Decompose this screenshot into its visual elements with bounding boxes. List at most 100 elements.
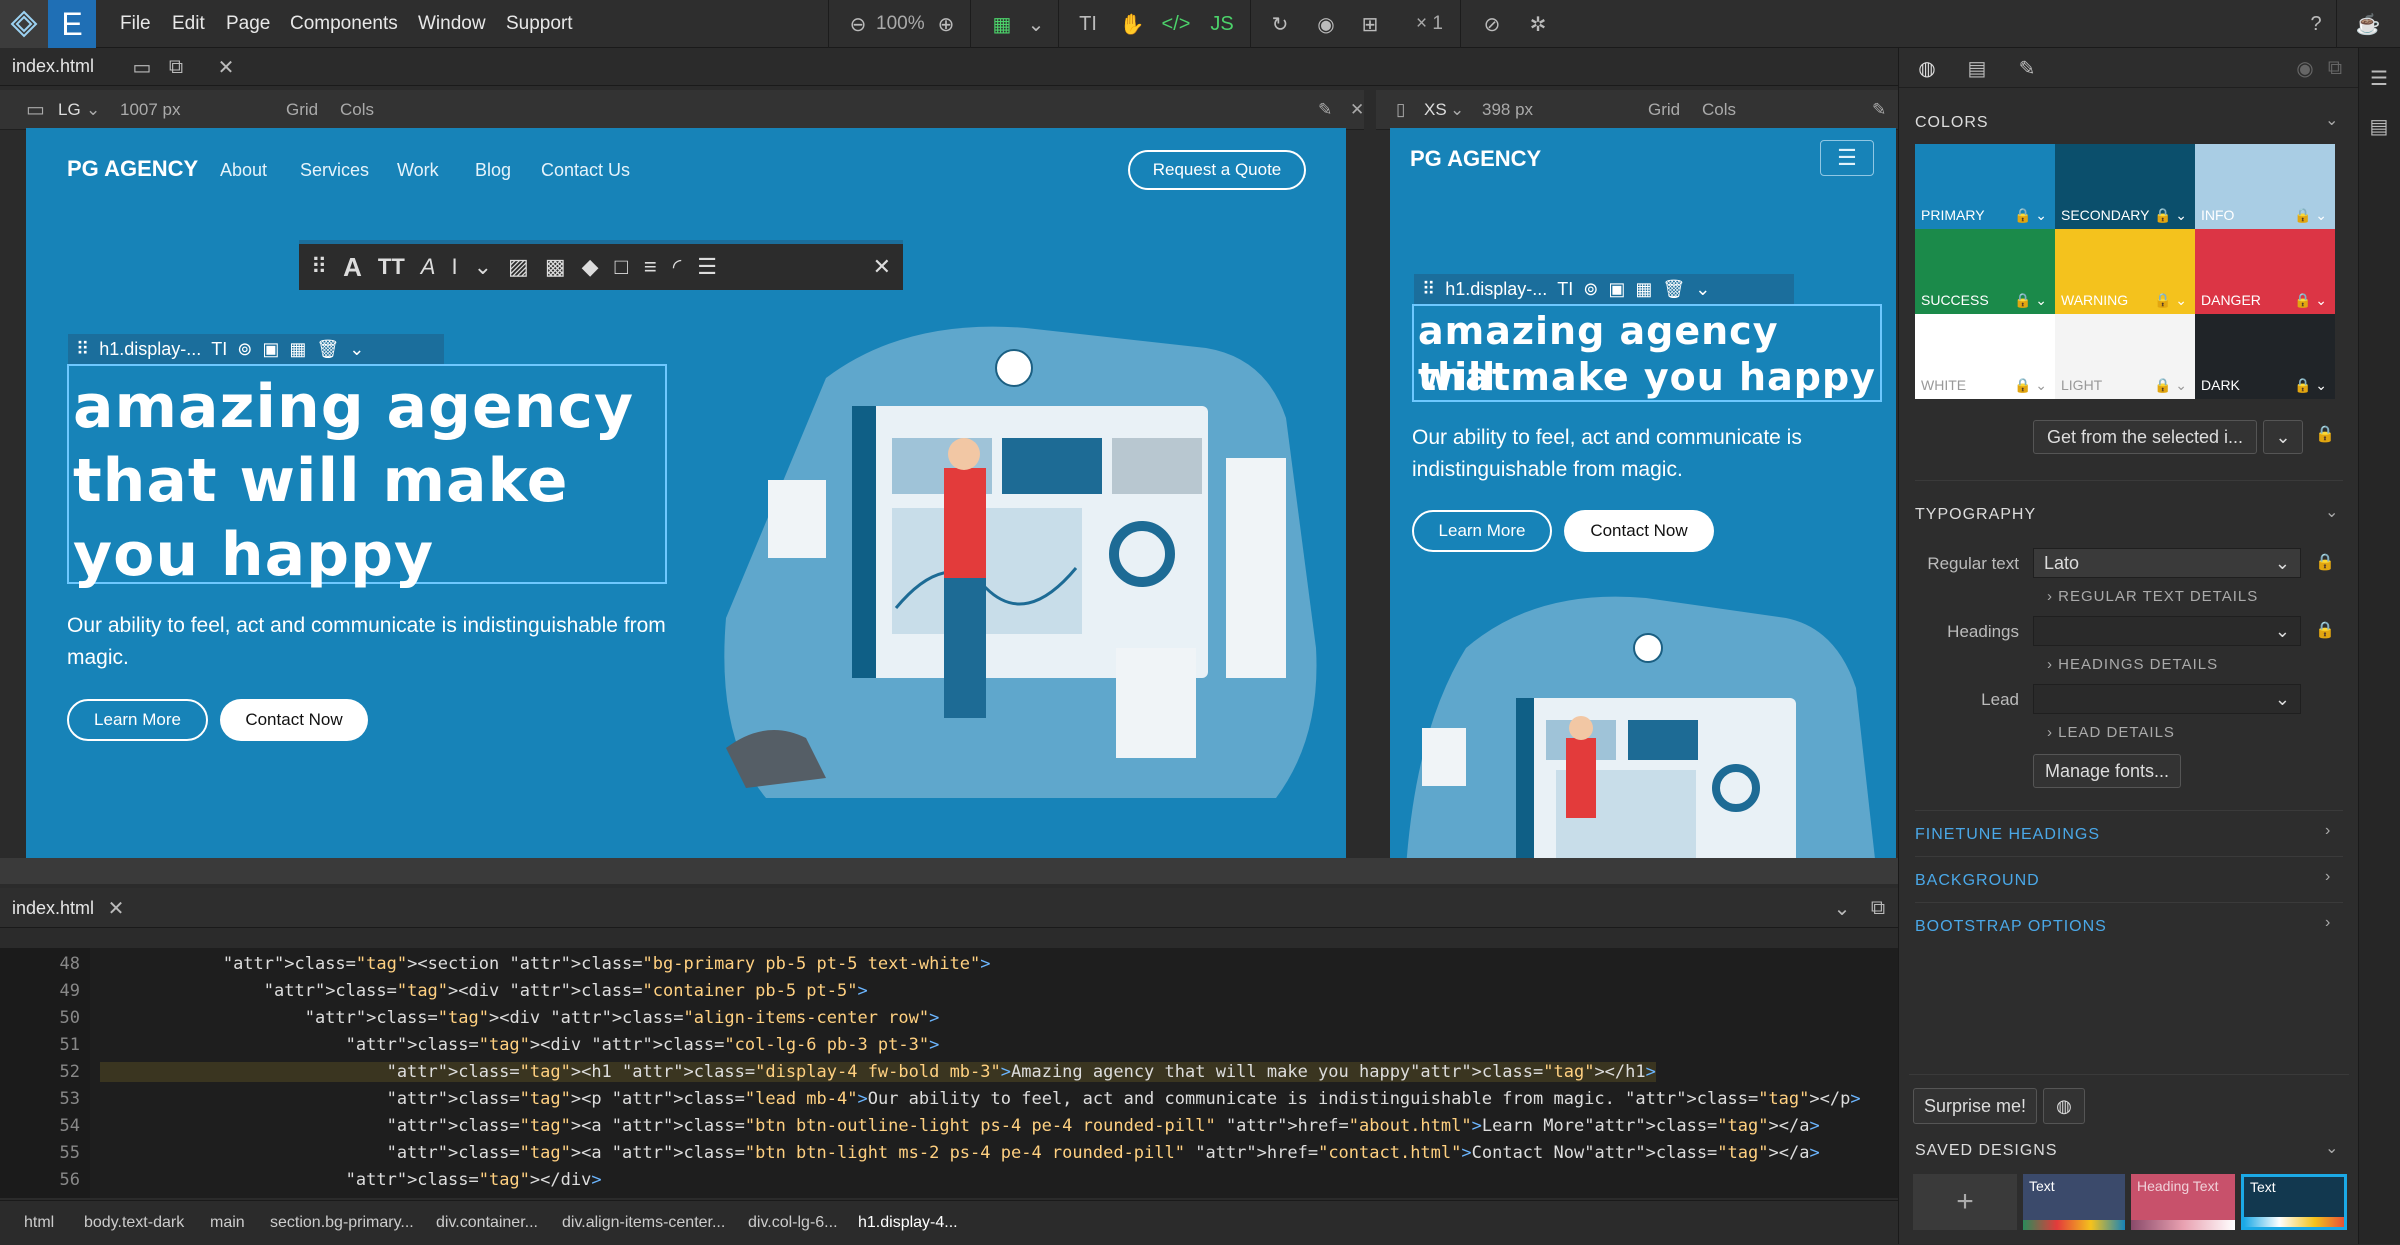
swatch-danger[interactable]: DANGER 🔒 ⌄ bbox=[2195, 229, 2335, 314]
layers-icon[interactable]: ▤ bbox=[1961, 52, 1993, 84]
text-edit-icon[interactable]: TI bbox=[211, 339, 227, 360]
request-quote-button[interactable]: Request a Quote bbox=[1128, 150, 1306, 190]
hamburger-menu-icon[interactable]: ☰ bbox=[1820, 140, 1874, 176]
nav-contact[interactable]: Contact Us bbox=[541, 160, 630, 181]
code-line[interactable]: "attr">class="tag"><h1 "attr">class="dis… bbox=[100, 1062, 1656, 1082]
brush-icon[interactable]: ✎ bbox=[2011, 52, 2043, 84]
code-editor[interactable]: 48 "attr">class="tag"><section "attr">cl… bbox=[0, 948, 1898, 1198]
hand-icon[interactable]: ✋ bbox=[1116, 8, 1148, 40]
chevron-right-icon[interactable]: › bbox=[2325, 868, 2330, 886]
coffee-icon[interactable]: ☕ bbox=[2352, 8, 2384, 40]
menu-window[interactable]: Window bbox=[418, 0, 486, 48]
menu-edit[interactable]: Edit bbox=[172, 0, 205, 48]
code-line[interactable]: "attr">class="tag"><div "attr">class="al… bbox=[100, 1008, 940, 1028]
lg-page-canvas[interactable]: PG AGENCY About Services Work Blog Conta… bbox=[26, 128, 1346, 858]
code-icon[interactable]: </> bbox=[1160, 8, 1192, 40]
popout-icon[interactable]: ⧉ bbox=[2319, 52, 2351, 84]
saved-design-3-selected[interactable]: Text bbox=[2241, 1174, 2347, 1230]
hide-icon[interactable]: ⊘ bbox=[1476, 8, 1508, 40]
menu-page[interactable]: Page bbox=[226, 0, 270, 48]
saved-design-1[interactable]: Text bbox=[2023, 1174, 2125, 1230]
palette-icon[interactable]: ◍ bbox=[1911, 52, 1943, 84]
crumb-main[interactable]: main bbox=[210, 1201, 245, 1245]
refresh-icon[interactable]: ↻ bbox=[1264, 8, 1296, 40]
nav-services[interactable]: Services bbox=[300, 160, 369, 181]
menu-file[interactable]: File bbox=[120, 0, 151, 48]
zoom-out-icon[interactable]: ⊖ bbox=[842, 8, 874, 40]
text-edit-icon[interactable]: TI bbox=[1557, 279, 1573, 300]
drag-handle-icon[interactable]: ⠿ bbox=[1422, 279, 1435, 300]
swatch-white[interactable]: WHITE 🔒 ⌄ bbox=[1915, 314, 2055, 399]
cols-toggle[interactable]: Cols bbox=[1702, 90, 1736, 130]
text-transform-icon[interactable]: TT bbox=[378, 254, 405, 280]
headings-details-toggle[interactable]: › HEADINGS DETAILS bbox=[2047, 656, 2218, 673]
hero-heading-xs[interactable]: Amazing agency that will make you happy bbox=[1412, 304, 1882, 402]
chevron-down-icon[interactable]: ⌄ bbox=[1826, 892, 1858, 924]
settings-wheel-icon[interactable]: ✲ bbox=[1522, 8, 1554, 40]
headings-font-select[interactable]: ⌄ bbox=[2033, 616, 2301, 646]
chevron-down-icon[interactable]: ⌄ bbox=[2325, 110, 2338, 130]
code-line[interactable]: "attr">class="tag"><section "attr">class… bbox=[100, 954, 991, 974]
bootstrap-options-section[interactable]: BOOTSTRAP OPTIONS bbox=[1915, 918, 2107, 936]
colors-heading[interactable]: COLORS bbox=[1915, 114, 1989, 132]
code-line[interactable]: "attr">class="tag"><div "attr">class="co… bbox=[100, 981, 868, 1001]
nav-about[interactable]: About bbox=[220, 160, 267, 181]
xs-page-canvas[interactable]: PG AGENCY ☰ ⠿ h1.display-... TI ⊚ ▣ ▦ 🗑 … bbox=[1390, 128, 1896, 858]
lead-details-toggle[interactable]: › LEAD DETAILS bbox=[2047, 724, 2175, 741]
grid-toggle[interactable]: Grid bbox=[1648, 90, 1680, 130]
crumb-row[interactable]: div.align-items-center... bbox=[562, 1201, 725, 1245]
swatch-info[interactable]: INFO 🔒 ⌄ bbox=[2195, 144, 2335, 229]
file-tab-index[interactable]: index.html bbox=[12, 48, 94, 86]
finetune-headings-section[interactable]: FINETUNE HEADINGS bbox=[1915, 826, 2100, 844]
close-icon[interactable]: ✕ bbox=[1350, 90, 1364, 130]
chevron-down-icon[interactable]: ⌄ bbox=[2325, 1138, 2338, 1158]
get-from-selected-button[interactable]: Get from the selected i... bbox=[2033, 420, 2257, 454]
sliders-icon[interactable]: ☰ bbox=[2363, 62, 2395, 94]
chevron-down-icon[interactable]: ⌄ bbox=[349, 339, 364, 360]
xs-size-label[interactable]: XS bbox=[1424, 90, 1447, 130]
saved-designs-heading[interactable]: SAVED DESIGNS bbox=[1915, 1142, 2058, 1160]
drag-handle-icon[interactable]: ⠿ bbox=[76, 339, 89, 360]
trash-icon[interactable]: 🗑 bbox=[1662, 279, 1685, 300]
border-icon[interactable]: □ bbox=[615, 254, 628, 280]
horizontal-scrollbar[interactable] bbox=[0, 858, 1898, 884]
selected-element-tag-xs[interactable]: h1.display-... bbox=[1445, 279, 1547, 300]
sliders-icon[interactable]: ☰ bbox=[697, 254, 717, 280]
chevron-down-icon[interactable]: ⌄ bbox=[2325, 502, 2338, 522]
duplicate-icon[interactable]: ▣ bbox=[1608, 279, 1625, 300]
chevron-right-icon[interactable]: › bbox=[2325, 914, 2330, 932]
lock-icon[interactable]: 🔒 bbox=[2315, 552, 2335, 572]
palette-icon[interactable]: ◍ bbox=[2043, 1088, 2085, 1124]
swatch-warning[interactable]: WARNING 🔒 ⌄ bbox=[2055, 229, 2195, 314]
code-line[interactable]: "attr">class="tag"></div> bbox=[100, 1170, 602, 1190]
lines-icon[interactable]: ≡ bbox=[644, 254, 657, 280]
code-file-tab[interactable]: index.html bbox=[12, 890, 94, 928]
zoom-in-icon[interactable]: ⊕ bbox=[930, 8, 962, 40]
nav-work[interactable]: Work bbox=[397, 160, 439, 181]
cols-toggle[interactable]: Cols bbox=[340, 90, 374, 130]
popout-icon[interactable]: ⧉ bbox=[1862, 892, 1894, 924]
menu-components[interactable]: Components bbox=[290, 0, 398, 48]
fill-icon[interactable]: ◆ bbox=[582, 254, 599, 280]
brush-icon[interactable]: ✎ bbox=[1318, 90, 1332, 130]
list-icon[interactable]: ▤ bbox=[2363, 110, 2395, 142]
chevron-down-icon[interactable]: ⌄ bbox=[1020, 8, 1052, 40]
eye-icon[interactable]: ◉ bbox=[2289, 52, 2321, 84]
close-icon[interactable]: ✕ bbox=[873, 254, 891, 280]
add-design-button[interactable]: + bbox=[1913, 1174, 2017, 1230]
preview-icon[interactable]: ◉ bbox=[1310, 8, 1342, 40]
chevron-down-icon[interactable]: ⌄ bbox=[1695, 279, 1710, 300]
code-line[interactable]: "attr">class="tag"><div "attr">class="co… bbox=[100, 1035, 940, 1055]
chevron-down-icon[interactable]: ⌄ bbox=[86, 90, 100, 130]
swatch-secondary[interactable]: SECONDARY 🔒 ⌄ bbox=[2055, 144, 2195, 229]
link-icon[interactable]: ⊚ bbox=[1583, 279, 1598, 300]
trash-icon[interactable]: 🗑 bbox=[316, 339, 339, 360]
close-icon[interactable]: ✕ bbox=[210, 51, 242, 83]
typography-heading[interactable]: TYPOGRAPHY bbox=[1915, 506, 2036, 524]
grid-toggle[interactable]: Grid bbox=[286, 90, 318, 130]
contact-now-button[interactable]: Contact Now bbox=[220, 699, 368, 741]
swatch-dark[interactable]: DARK 🔒 ⌄ bbox=[2195, 314, 2335, 399]
crumb-h1[interactable]: h1.display-4... bbox=[858, 1201, 958, 1245]
code-line[interactable]: "attr">class="tag"><a "attr">class="btn … bbox=[100, 1143, 1820, 1163]
desktop-icon[interactable]: ▭ bbox=[126, 51, 158, 83]
